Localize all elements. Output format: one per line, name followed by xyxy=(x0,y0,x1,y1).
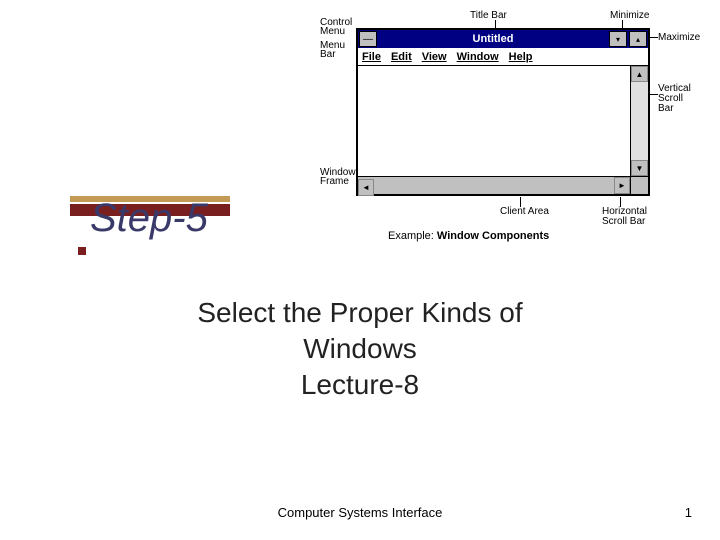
callout-line xyxy=(650,94,658,95)
menu-file[interactable]: File xyxy=(362,51,381,63)
caption-bold: Window Components xyxy=(437,230,549,242)
label-control-menu: Control Menu xyxy=(320,18,352,36)
label-horizontal-scroll-bar: Horizontal Scroll Bar xyxy=(602,207,647,227)
vertical-scroll-bar[interactable]: ▲ ▼ xyxy=(630,66,648,176)
subtitle-line3: Lecture-8 xyxy=(0,367,720,403)
text: Menu xyxy=(320,27,352,36)
label-client-area: Client Area xyxy=(500,207,549,217)
callout-line xyxy=(650,37,658,38)
caption-prefix: Example: xyxy=(388,230,437,242)
diagram-caption: Example: Window Components xyxy=(388,230,549,242)
scroll-down-icon[interactable]: ▼ xyxy=(631,160,648,176)
label-minimize: Minimize xyxy=(610,10,649,21)
label-menu-bar: Menu Bar xyxy=(320,41,345,59)
subtitle-line2: Windows xyxy=(0,331,720,367)
accent-notch xyxy=(78,247,86,255)
footer-text: Computer Systems Interface xyxy=(0,505,720,520)
window-components-diagram: Title Bar Minimize Control Menu Maximize… xyxy=(320,10,710,240)
text: Scroll Bar xyxy=(602,217,647,227)
callout-line xyxy=(622,20,623,28)
horizontal-scroll-bar[interactable]: ◄ ► xyxy=(358,176,630,194)
maximize-button[interactable]: ▴ xyxy=(629,31,647,47)
minimize-button[interactable]: ▾ xyxy=(609,31,627,47)
label-vertical-scroll-bar: Vertical Scroll Bar xyxy=(658,84,691,114)
sample-window: — Untitled ▾ ▴ File Edit View Window Hel… xyxy=(356,28,650,196)
menu-bar: File Edit View Window Help xyxy=(358,48,648,66)
page-number: 1 xyxy=(685,505,692,520)
title-bar: — Untitled ▾ ▴ xyxy=(358,30,648,48)
scroll-left-icon[interactable]: ◄ xyxy=(358,179,374,196)
size-grip[interactable] xyxy=(630,176,648,194)
control-menu-icon[interactable]: — xyxy=(359,31,377,47)
slide-title: Step-5 xyxy=(90,196,208,241)
text: Bar xyxy=(658,104,691,114)
text: Client Area xyxy=(500,207,549,217)
client-area xyxy=(358,66,630,176)
callout-line xyxy=(495,20,496,28)
label-maximize: Maximize xyxy=(658,32,700,43)
window-title: Untitled xyxy=(378,33,608,45)
menu-edit[interactable]: Edit xyxy=(391,51,412,63)
scroll-right-icon[interactable]: ► xyxy=(614,177,630,194)
scroll-up-icon[interactable]: ▲ xyxy=(631,66,648,82)
menu-help[interactable]: Help xyxy=(509,51,533,63)
menu-view[interactable]: View xyxy=(422,51,447,63)
menu-window[interactable]: Window xyxy=(457,51,499,63)
subtitle-line1: Select the Proper Kinds of xyxy=(0,295,720,331)
text: Bar xyxy=(320,50,345,59)
label-window-frame: Window Frame xyxy=(320,168,356,186)
text: Frame xyxy=(320,177,356,186)
scroll-track[interactable] xyxy=(631,82,648,160)
label-title-bar: Title Bar xyxy=(470,10,507,21)
slide-subtitle: Select the Proper Kinds of Windows Lectu… xyxy=(0,295,720,403)
